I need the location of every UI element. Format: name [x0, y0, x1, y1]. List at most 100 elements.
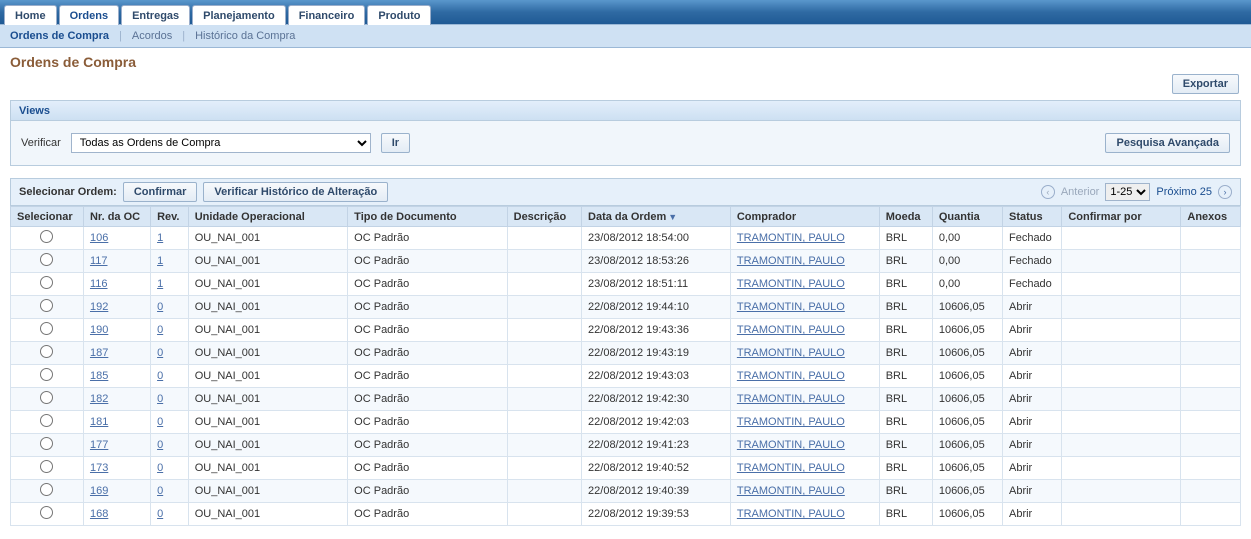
cell-tipo: OC Padrão — [348, 480, 507, 503]
rev-link[interactable]: 0 — [157, 485, 163, 497]
row-select-radio[interactable] — [40, 391, 53, 404]
col-nr-oc[interactable]: Nr. da OC — [83, 207, 150, 227]
comprador-link[interactable]: TRAMONTIN, PAULO — [737, 416, 845, 428]
row-select-radio[interactable] — [40, 460, 53, 473]
rev-link[interactable]: 0 — [157, 508, 163, 520]
confirm-button[interactable]: Confirmar — [123, 182, 198, 202]
row-select-radio[interactable] — [40, 368, 53, 381]
tab-produto[interactable]: Produto — [367, 5, 431, 25]
cell-comprador: TRAMONTIN, PAULO — [730, 227, 879, 250]
history-change-button[interactable]: Verificar Histórico de Alteração — [203, 182, 388, 202]
tab-ordens[interactable]: Ordens — [59, 5, 120, 25]
comprador-link[interactable]: TRAMONTIN, PAULO — [737, 462, 845, 474]
comprador-link[interactable]: TRAMONTIN, PAULO — [737, 508, 845, 520]
oc-link[interactable]: 117 — [90, 255, 108, 267]
row-select-radio[interactable] — [40, 506, 53, 519]
cell-data: 22/08/2012 19:39:53 — [582, 503, 731, 526]
row-select-radio[interactable] — [40, 230, 53, 243]
cell-descricao — [507, 434, 581, 457]
rev-link[interactable]: 0 — [157, 416, 163, 428]
oc-link[interactable]: 106 — [90, 232, 108, 244]
row-select-radio[interactable] — [40, 414, 53, 427]
col-comprador[interactable]: Comprador — [730, 207, 879, 227]
row-select-radio[interactable] — [40, 276, 53, 289]
tab-home[interactable]: Home — [4, 5, 57, 25]
col-status[interactable]: Status — [1002, 207, 1061, 227]
col-anexos[interactable]: Anexos — [1181, 207, 1241, 227]
comprador-link[interactable]: TRAMONTIN, PAULO — [737, 255, 845, 267]
subnav-link-historico[interactable]: Histórico da Compra — [195, 30, 295, 42]
col-tipo-doc[interactable]: Tipo de Documento — [348, 207, 507, 227]
prev-page-link: Anterior — [1061, 186, 1100, 198]
col-selecionar[interactable]: Selecionar — [11, 207, 84, 227]
oc-link[interactable]: 173 — [90, 462, 108, 474]
oc-link[interactable]: 169 — [90, 485, 108, 497]
rev-link[interactable]: 0 — [157, 462, 163, 474]
oc-link[interactable]: 192 — [90, 301, 108, 313]
tab-financeiro[interactable]: Financeiro — [288, 5, 366, 25]
cell-quantia: 10606,05 — [932, 342, 1002, 365]
rev-link[interactable]: 0 — [157, 393, 163, 405]
comprador-link[interactable]: TRAMONTIN, PAULO — [737, 301, 845, 313]
divider: | — [119, 30, 122, 42]
col-moeda[interactable]: Moeda — [879, 207, 932, 227]
page-range-select[interactable]: 1-25 — [1105, 183, 1150, 201]
toolbar-left: Selecionar Ordem: Confirmar Verificar Hi… — [19, 182, 388, 202]
comprador-link[interactable]: TRAMONTIN, PAULO — [737, 347, 845, 359]
tab-entregas[interactable]: Entregas — [121, 5, 190, 25]
comprador-link[interactable]: TRAMONTIN, PAULO — [737, 393, 845, 405]
col-rev[interactable]: Rev. — [151, 207, 189, 227]
rev-link[interactable]: 0 — [157, 439, 163, 451]
comprador-link[interactable]: TRAMONTIN, PAULO — [737, 439, 845, 451]
rev-link[interactable]: 0 — [157, 347, 163, 359]
cell-moeda: BRL — [879, 480, 932, 503]
export-button[interactable]: Exportar — [1172, 74, 1239, 94]
comprador-link[interactable]: TRAMONTIN, PAULO — [737, 232, 845, 244]
row-select-radio[interactable] — [40, 437, 53, 450]
comprador-link[interactable]: TRAMONTIN, PAULO — [737, 370, 845, 382]
oc-link[interactable]: 187 — [90, 347, 108, 359]
row-select-radio[interactable] — [40, 253, 53, 266]
cell-tipo: OC Padrão — [348, 227, 507, 250]
comprador-link[interactable]: TRAMONTIN, PAULO — [737, 278, 845, 290]
row-select-radio[interactable] — [40, 345, 53, 358]
cell-moeda: BRL — [879, 227, 932, 250]
cell-select — [11, 365, 84, 388]
tab-planejamento[interactable]: Planejamento — [192, 5, 286, 25]
rev-link[interactable]: 0 — [157, 301, 163, 313]
rev-link[interactable]: 0 — [157, 324, 163, 336]
subnav-link-acordos[interactable]: Acordos — [132, 30, 172, 42]
row-select-radio[interactable] — [40, 322, 53, 335]
cell-data: 23/08/2012 18:51:11 — [582, 273, 731, 296]
oc-link[interactable]: 168 — [90, 508, 108, 520]
cell-oc: 192 — [83, 296, 150, 319]
oc-link[interactable]: 185 — [90, 370, 108, 382]
prev-page-icon: ‹ — [1041, 185, 1055, 199]
oc-link[interactable]: 177 — [90, 439, 108, 451]
comprador-link[interactable]: TRAMONTIN, PAULO — [737, 485, 845, 497]
go-button[interactable]: Ir — [381, 133, 410, 153]
oc-link[interactable]: 182 — [90, 393, 108, 405]
advanced-search-button[interactable]: Pesquisa Avançada — [1105, 133, 1230, 153]
col-confirmar[interactable]: Confirmar por — [1062, 207, 1181, 227]
rev-link[interactable]: 1 — [157, 278, 163, 290]
next-page-icon[interactable]: › — [1218, 185, 1232, 199]
rev-link[interactable]: 1 — [157, 232, 163, 244]
oc-link[interactable]: 181 — [90, 416, 108, 428]
verify-select[interactable]: Todas as Ordens de Compra — [71, 133, 371, 153]
rev-link[interactable]: 0 — [157, 370, 163, 382]
col-quantia[interactable]: Quantia — [932, 207, 1002, 227]
col-data-ordem[interactable]: Data da Ordem▼ — [582, 207, 731, 227]
cell-confirmarpor — [1062, 365, 1181, 388]
col-descricao[interactable]: Descrição — [507, 207, 581, 227]
subnav-current[interactable]: Ordens de Compra — [10, 30, 109, 42]
oc-link[interactable]: 190 — [90, 324, 108, 336]
comprador-link[interactable]: TRAMONTIN, PAULO — [737, 324, 845, 336]
row-select-radio[interactable] — [40, 299, 53, 312]
col-unidade[interactable]: Unidade Operacional — [188, 207, 347, 227]
rev-link[interactable]: 1 — [157, 255, 163, 267]
next-page-link[interactable]: Próximo 25 — [1156, 186, 1212, 198]
row-select-radio[interactable] — [40, 483, 53, 496]
cell-quantia: 10606,05 — [932, 503, 1002, 526]
oc-link[interactable]: 116 — [90, 278, 108, 290]
